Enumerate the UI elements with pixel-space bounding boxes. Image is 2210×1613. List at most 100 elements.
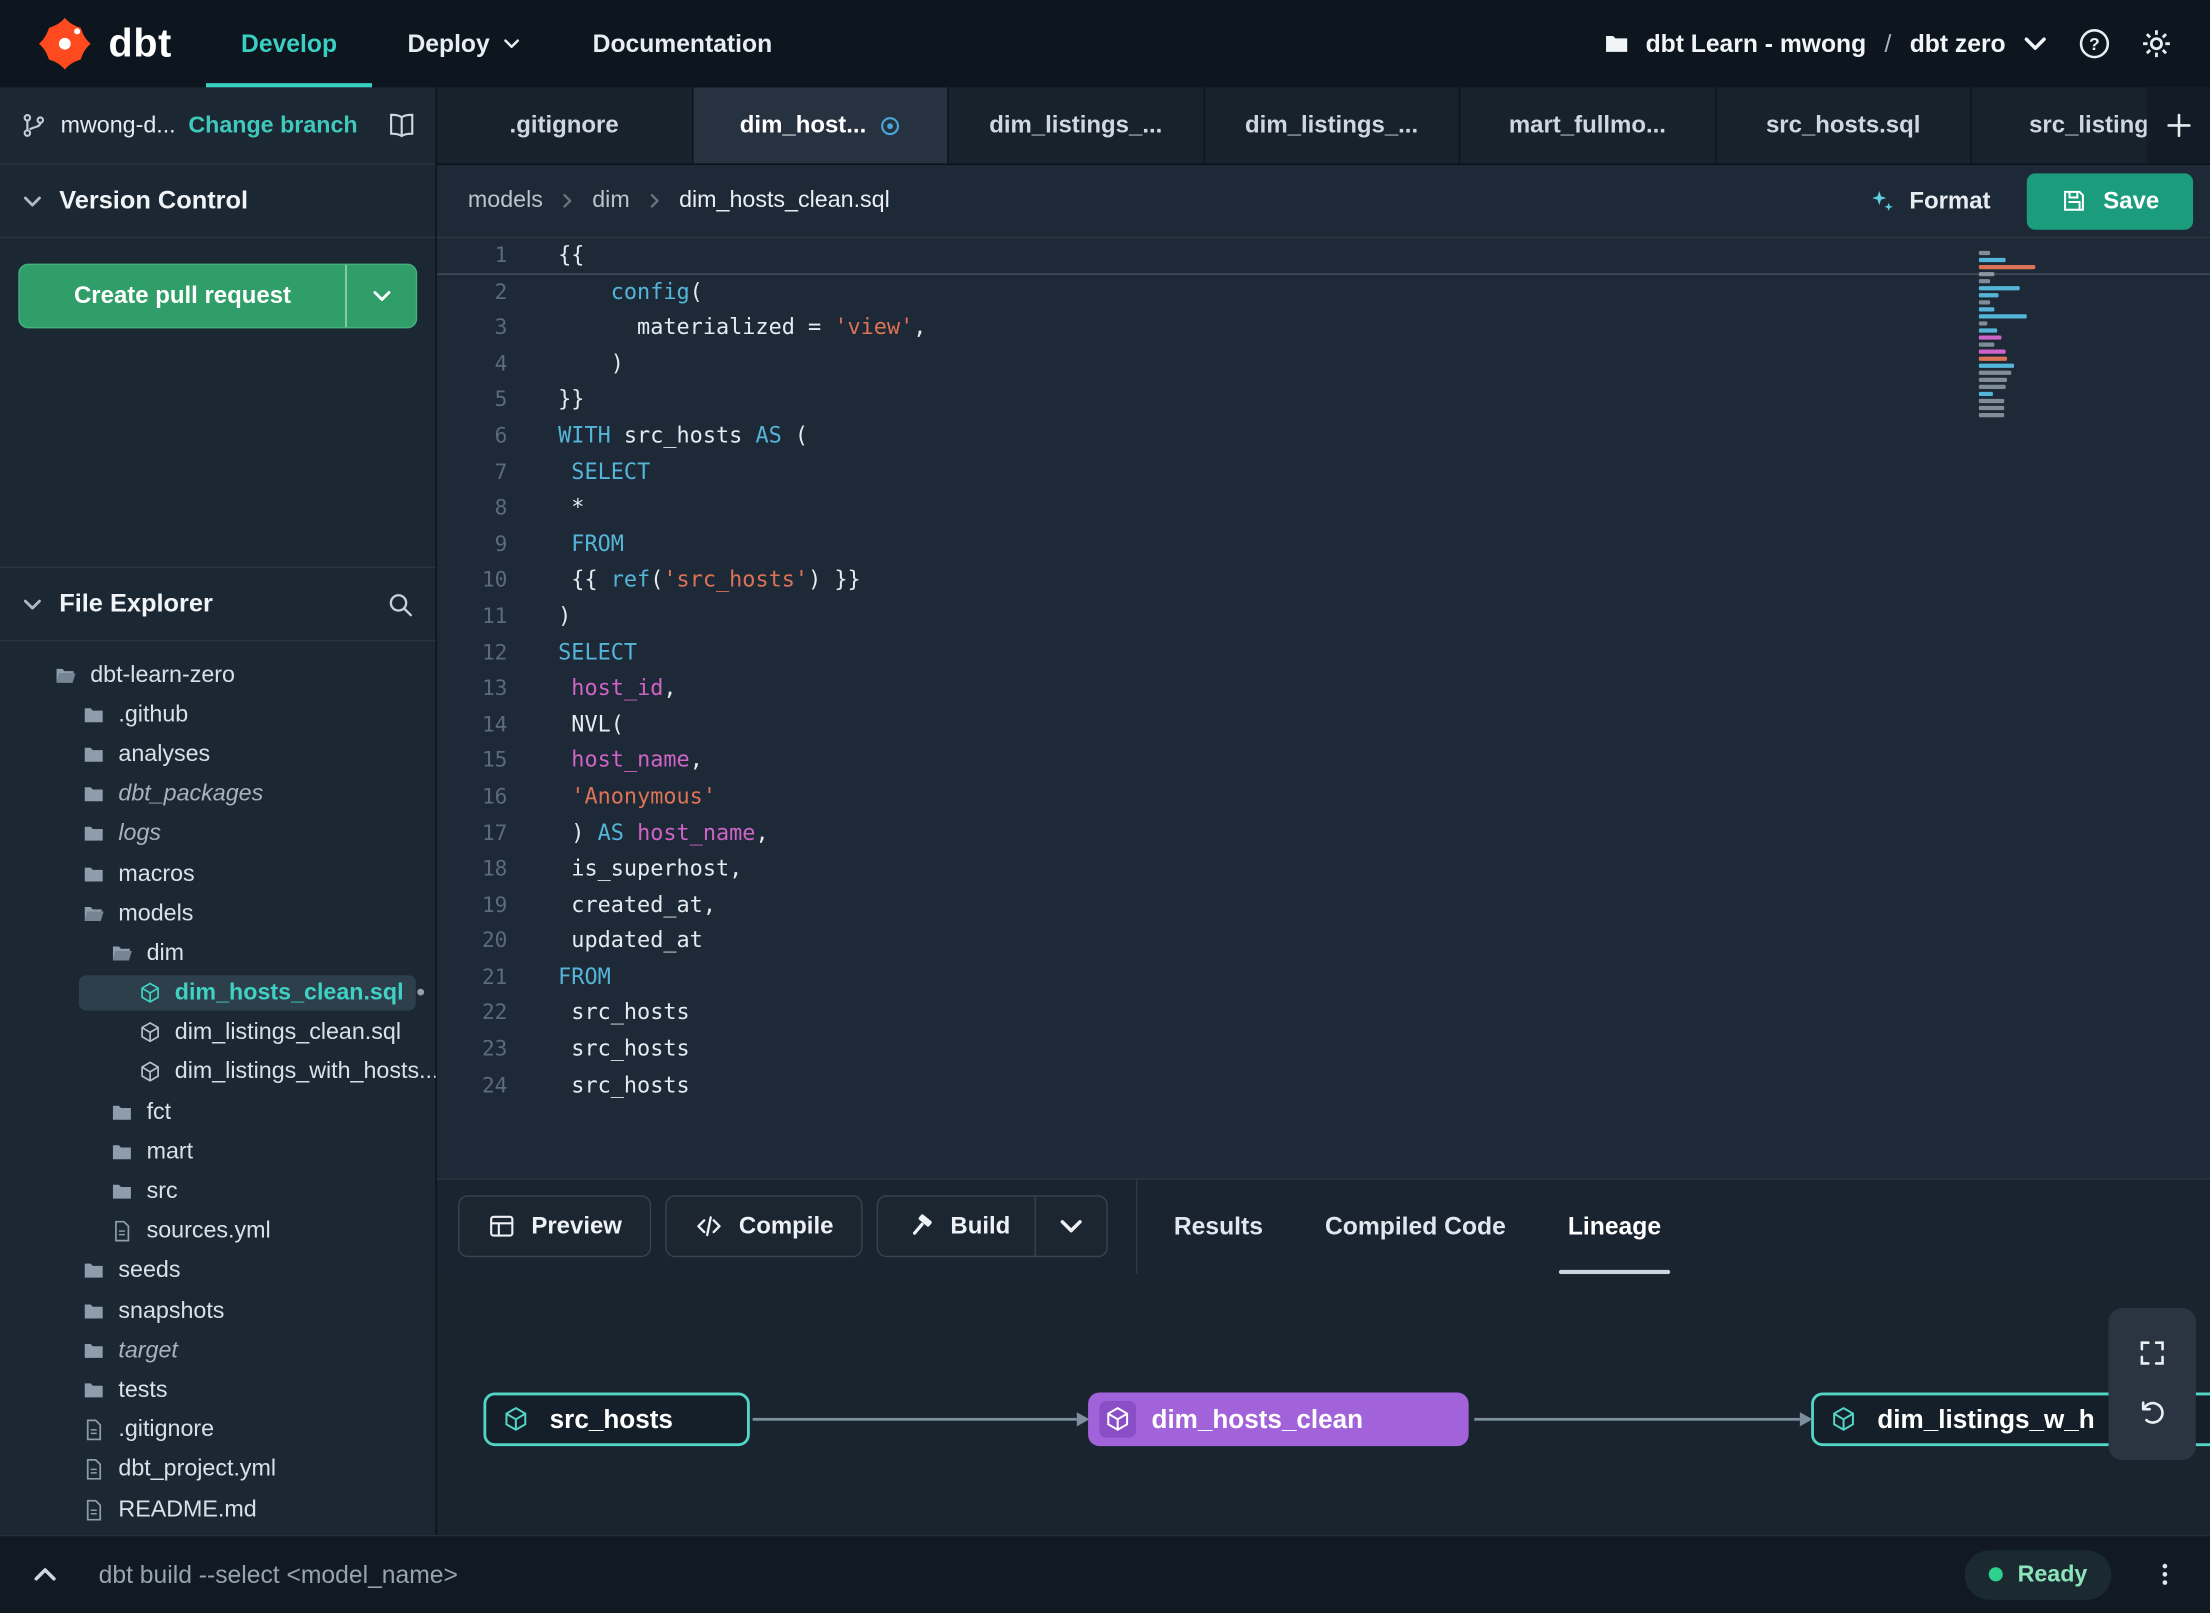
code-line-2[interactable]: 2 config( [437,274,2210,310]
gear-icon[interactable] [2140,27,2174,61]
code-line-19[interactable]: 19 created_at, [437,888,2210,924]
breadcrumb-dim[interactable]: dim [592,187,629,214]
tree-item-label: mart [146,1138,194,1164]
tree-item-dbt-project-yml[interactable]: dbt_project.yml [0,1450,436,1490]
panel-tab-compiled-code[interactable]: Compiled Code [1325,1179,1506,1273]
new-tab-button[interactable] [2163,87,2194,163]
code-line-16[interactable]: 16 'Anonymous' [437,779,2210,815]
pr-options-chevron-icon[interactable] [345,264,415,327]
lineage-canvas[interactable]: src_hosts dim_hosts_clean dim_listings_w_h [436,1273,2210,1535]
code-line-1[interactable]: 1 {{ [436,238,2210,275]
tree-item-readme-md[interactable]: README.md [0,1490,436,1530]
code-line-17[interactable]: 17 ) AS host_name, [437,815,2210,851]
line-number: 20 [481,927,508,954]
format-button[interactable]: Format [1844,173,2013,229]
tree-item-dbt-learn-zero[interactable]: dbt-learn-zero [0,655,436,695]
lineage-node-dim-hosts-clean[interactable]: dim_hosts_clean [1088,1391,1469,1446]
search-icon[interactable] [386,590,414,618]
minimap[interactable] [1978,249,2044,418]
code-line-4[interactable]: 4 ) [437,346,2210,382]
code-line-5[interactable]: 5}} [437,382,2210,418]
editor-tab-3-dim-listings[interactable]: dim_listings_... [1204,87,1461,164]
tree-item-snapshots[interactable]: snapshots [0,1291,436,1331]
tab-label: mart_fullmo... [1508,111,1666,139]
docs-book-icon[interactable] [388,111,416,139]
code-line-7[interactable]: 7 SELECT [437,455,2210,491]
fullscreen-icon[interactable] [2137,1337,2168,1368]
tree-item-dim-listings-clean-sql[interactable]: dim_listings_clean.sql [0,1013,436,1053]
project-selector[interactable]: dbt Learn - mwong / dbt zero [1602,29,2049,59]
code-line-9[interactable]: 9 FROM [437,527,2210,563]
tree-item-sources-yml[interactable]: sources.yml [0,1212,436,1252]
preview-button[interactable]: Preview [458,1195,652,1258]
tree-item-gitignore[interactable]: .gitignore [0,1410,436,1450]
nav-deploy[interactable]: Deploy [372,0,557,87]
code-text: src_hosts [558,1072,690,1098]
tree-item-dbt-packages[interactable]: dbt_packages [0,775,436,815]
code-line-6[interactable]: 6 WITH src_hosts AS ( [437,419,2210,455]
code-line-3[interactable]: 3 materialized = 'view', [437,310,2210,346]
tree-item-seeds[interactable]: seeds [0,1251,436,1291]
build-button[interactable]: Build [877,1195,1108,1258]
panel-tab-lineage[interactable]: Lineage [1559,1179,1670,1274]
tree-item-src[interactable]: src [0,1172,436,1212]
tree-item-dim-hosts-clean-sql[interactable]: dim_hosts_clean.sql • [0,973,436,1013]
compile-button[interactable]: Compile [665,1195,864,1258]
environment-name: dbt zero [1909,28,2006,58]
editor-tab-5-src-hosts-sql[interactable]: src_hosts.sql [1715,87,1972,164]
reset-view-icon[interactable] [2137,1398,2168,1429]
nav-develop[interactable]: Develop [206,0,372,87]
code-line-18[interactable]: 18 is_superhost, [437,851,2210,887]
tree-item-logs[interactable]: logs [0,814,436,854]
create-pull-request-button[interactable]: Create pull request [18,263,418,329]
code-line-20[interactable]: 20 updated_at [437,924,2210,960]
code-line-8[interactable]: 8 * [437,491,2210,527]
kebab-menu-icon[interactable] [2151,1560,2179,1588]
tree-item-dim-listings-with-hosts[interactable]: dim_listings_with_hosts... [0,1053,436,1093]
code-line-14[interactable]: 14 NVL( [437,707,2210,743]
line-number: 21 [481,963,508,990]
tree-item-dim[interactable]: dim [0,933,436,973]
tree-item-macros[interactable]: macros [0,854,436,894]
code-line-21[interactable]: 21 FROM [437,960,2210,996]
code-line-13[interactable]: 13 host_id, [437,671,2210,707]
tree-item-tests[interactable]: tests [0,1371,436,1411]
editor-tab-6-src-listings[interactable]: src_listings. [1971,87,2147,164]
editor-tab-4-mart-fullmo[interactable]: mart_fullmo... [1460,87,1716,164]
tree-item-models[interactable]: models [0,894,436,934]
tree-item-mart[interactable]: mart [0,1132,436,1172]
tree-item-analyses[interactable]: analyses [0,735,436,775]
code-line-24[interactable]: 24 src_hosts [437,1068,2210,1104]
file-explorer-title: File Explorer [59,589,213,618]
editor-tab-2-dim-listings[interactable]: dim_listings_... [948,87,1205,164]
file-explorer-header[interactable]: File Explorer [0,568,436,642]
code-line-23[interactable]: 23 src_hosts [437,1032,2210,1068]
code-editor[interactable]: 1{{2 config(3 materialized = 'view', 4 ) 5… [436,238,2210,1178]
version-control-header[interactable]: Version Control [0,165,436,239]
editor-tab-1-dim-host[interactable]: dim_host... [692,87,949,164]
tab-label: dim_listings_... [1245,111,1419,139]
save-button[interactable]: Save [2027,172,2194,230]
tree-item-target[interactable]: target [0,1331,436,1371]
nav-documentation[interactable]: Documentation [557,0,807,87]
panel-tab-results[interactable]: Results [1174,1179,1263,1273]
code-line-22[interactable]: 22 src_hosts [437,996,2210,1032]
build-options-chevron-icon[interactable] [1034,1196,1106,1256]
tree-item-fct[interactable]: fct [0,1092,436,1132]
breadcrumb-models[interactable]: models [468,187,543,214]
code-line-15[interactable]: 15 host_name, [437,743,2210,779]
tree-item-github[interactable]: .github [0,695,436,735]
lineage-node-src-hosts[interactable]: src_hosts [483,1391,750,1446]
change-branch-link[interactable]: Change branch [188,112,357,139]
code-line-11[interactable]: 11) [437,599,2210,635]
dbt-home-link[interactable]: dbt [0,0,206,87]
file-icon [82,1418,106,1442]
code-line-12[interactable]: 12 SELECT [437,635,2210,671]
tab-label: dim_host... [739,111,867,139]
help-icon[interactable]: ? [2078,27,2112,61]
code-line-10[interactable]: 10 {{ ref('src_hosts') }} [437,563,2210,599]
editor-tab-0-gitignore[interactable]: .gitignore [436,87,693,164]
expand-command-bar-icon[interactable] [31,1560,59,1588]
command-text[interactable]: dbt build --select <model_name> [99,1560,458,1590]
folder-icon [82,1299,106,1323]
